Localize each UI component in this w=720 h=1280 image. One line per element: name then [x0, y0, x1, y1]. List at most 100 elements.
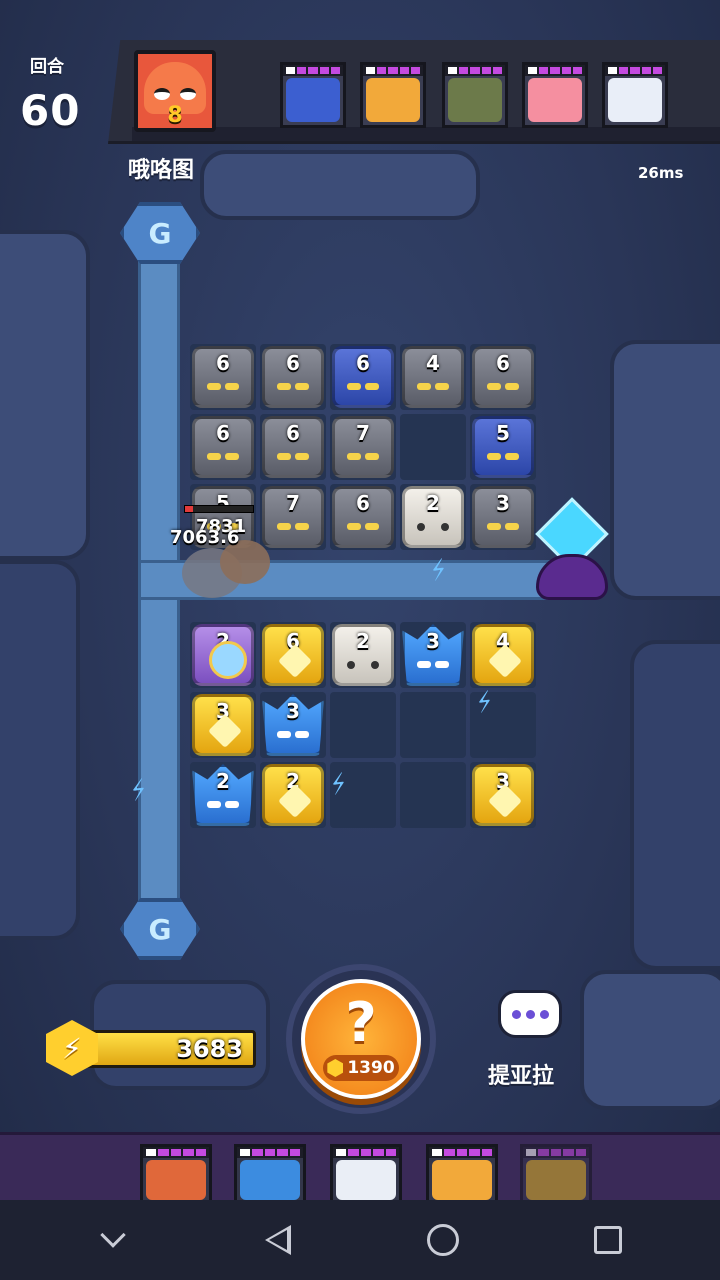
ice-unit[interactable]: 3 — [402, 624, 464, 686]
opponent-name: 提亚拉 — [488, 1064, 555, 1089]
unit-level: 7 — [356, 421, 370, 445]
opponent-board-cell — [400, 414, 466, 480]
unit-level: 3 — [496, 769, 510, 793]
player-board[interactable]: 2 6 2 3 4 3 3 2 2 3 — [190, 622, 536, 828]
player-board-cell[interactable]: 3 — [400, 622, 466, 688]
hide-nav-button[interactable] — [88, 1215, 138, 1265]
player-board-cell[interactable]: 3 — [190, 692, 256, 758]
unit-eyes — [417, 523, 449, 531]
white-unit[interactable]: 2 — [332, 624, 394, 686]
crystal-base — [535, 497, 609, 610]
recents-button[interactable] — [583, 1215, 633, 1265]
stone-unit: 3 — [472, 486, 534, 548]
player-name: 哦咯图 — [128, 158, 195, 183]
back-triangle-icon — [264, 1225, 291, 1255]
unit-level: 3 — [286, 699, 300, 723]
gold-unit[interactable]: 6 — [262, 624, 324, 686]
unit-rank-pips — [363, 65, 423, 76]
unit-eyes — [347, 453, 379, 461]
unit-rank-pips — [333, 1147, 399, 1158]
player-board-cell[interactable] — [400, 692, 466, 758]
back-button[interactable] — [253, 1215, 303, 1265]
enemy-health-bar — [184, 505, 254, 513]
opponent-board-cell: 4 — [400, 344, 466, 410]
unit-eyes — [417, 383, 449, 391]
opponent-board-cell: 6 — [330, 484, 396, 550]
game-stage: G G 回合 60 8 哦咯图 26ms 66646667557623 2623… — [0, 0, 720, 1280]
round-number: 60 — [20, 86, 81, 135]
opponent-board-cell: 6 — [260, 414, 326, 480]
energy-icon — [327, 1059, 344, 1077]
blue-unit: 6 — [332, 346, 394, 408]
unit-rank-pips — [283, 65, 343, 76]
gold-unit[interactable]: 3 — [192, 694, 254, 756]
player-board-cell[interactable]: 2 — [190, 762, 256, 828]
gold-unit[interactable]: 3 — [472, 764, 534, 826]
player-avatar[interactable]: 8 — [134, 50, 216, 132]
upgrade-card-portrait — [426, 1144, 498, 1206]
left-rock-wall — [0, 230, 90, 560]
stone-unit: 6 — [332, 486, 394, 548]
player-board-cell[interactable] — [400, 762, 466, 828]
unit-eyes — [347, 661, 379, 669]
home-circle-icon — [426, 1224, 459, 1256]
gold-unit[interactable]: 2 — [262, 764, 324, 826]
stone-unit: 6 — [262, 416, 324, 478]
round-label: 回合 — [30, 57, 64, 77]
mirror-unit[interactable]: 2 — [192, 624, 254, 686]
opponent-deck-card-stone-unit — [442, 62, 508, 128]
chevron-down-icon — [99, 1222, 126, 1248]
player-board-cell[interactable] — [330, 692, 396, 758]
unit-level: 6 — [496, 351, 510, 375]
stone-unit: 6 — [192, 346, 254, 408]
chat-button[interactable] — [498, 990, 562, 1038]
opponent-deck-card-mirror-unit — [360, 62, 426, 128]
player-board-cell[interactable]: 2 — [260, 762, 326, 828]
player-board-cell[interactable]: 6 — [260, 622, 326, 688]
unit-level: 6 — [286, 629, 300, 653]
player-board-cell[interactable]: 4 — [470, 622, 536, 688]
unit-eyes — [207, 801, 239, 809]
opponent-board-cell: 3 — [470, 484, 536, 550]
player-level: 8 — [167, 103, 183, 128]
player-board-cell[interactable]: 2 — [330, 622, 396, 688]
opponent-board-cell: 2 — [400, 484, 466, 550]
recents-square-icon — [593, 1226, 622, 1254]
player-board-cell[interactable]: 3 — [470, 762, 536, 828]
unit-level: 2 — [216, 629, 230, 653]
unit-level: 2 — [426, 491, 440, 515]
summon-button-face: ? 1390 — [301, 979, 421, 1099]
unit-eyes — [487, 383, 519, 391]
opponent-deck-card-pink-unit — [522, 62, 588, 128]
white-unit: 2 — [402, 486, 464, 548]
blue-unit: 5 — [472, 416, 534, 478]
gold-unit-art — [526, 1160, 586, 1200]
home-button[interactable] — [418, 1215, 468, 1265]
ice-unit[interactable]: 2 — [192, 764, 254, 826]
ice-unit[interactable]: 3 — [262, 694, 324, 756]
unit-level: 3 — [426, 629, 440, 653]
unit-rank-pips — [605, 65, 665, 76]
energy-value: 3683 — [176, 1035, 243, 1063]
unit-eyes — [487, 523, 519, 531]
opponent-deck-card-white-cube-unit — [602, 62, 668, 128]
upgrade-card-portrait — [520, 1144, 592, 1206]
player-board-cell[interactable]: 3 — [260, 692, 326, 758]
chat-dot-icon — [511, 1009, 521, 1019]
gold-unit[interactable]: 4 — [472, 624, 534, 686]
unit-level: 2 — [286, 769, 300, 793]
unit-level: 6 — [216, 351, 230, 375]
opponent-board-cell: 6 — [470, 344, 536, 410]
opponent-board-cell: 7 — [260, 484, 326, 550]
unit-eyes — [487, 453, 519, 461]
energy-bar: 3683 — [86, 1030, 256, 1068]
unit-level: 6 — [286, 351, 300, 375]
stone-unit: 7 — [262, 486, 324, 548]
player-board-cell[interactable]: 2 — [190, 622, 256, 688]
opponent-board-cell: 6 — [190, 344, 256, 410]
upgrade-card-portrait — [234, 1144, 306, 1206]
spawn-portal-top: G — [120, 202, 200, 264]
summon-button[interactable]: ? 1390 — [286, 964, 436, 1114]
question-mark-icon: ? — [345, 991, 377, 1054]
unit-eyes — [277, 731, 309, 739]
